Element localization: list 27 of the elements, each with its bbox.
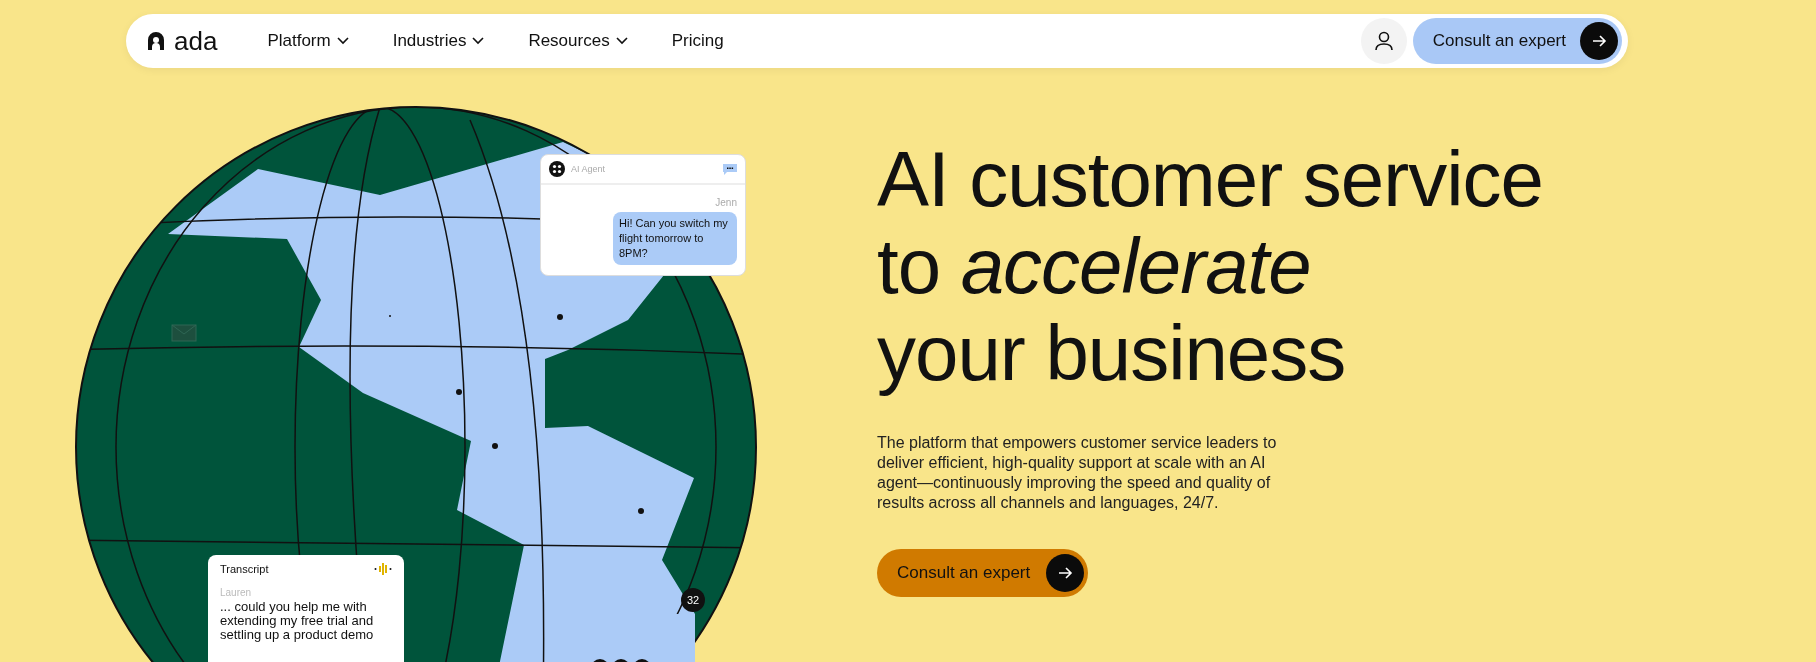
- transcript-text: ... could you help me with extending my free trial and settling up a product demo: [220, 600, 375, 642]
- chevron-down-icon: [472, 37, 485, 45]
- message-bubble: Hi! Can you switch my flight tomorrow to 8PM?: [613, 212, 737, 265]
- nav-link[interactable]: Resources: [528, 31, 628, 51]
- user-icon: [1374, 31, 1393, 51]
- chat-bubble-icon: [723, 163, 737, 175]
- nav-link[interactable]: Pricing: [671, 31, 724, 51]
- agent-avatar-icon: [549, 161, 565, 177]
- logo-text[interactable]: ada: [174, 25, 218, 57]
- logo-icon: [146, 31, 166, 51]
- hero-description: The platform that empowers customer service leaders to deliver efficient, high-quality support at scale with an AI agent—continuously improving the speed and quality of results across all channels and languages, 24/7.: [877, 433, 1278, 513]
- sender-name: Jenn: [714, 196, 738, 210]
- account-button[interactable]: [1360, 18, 1407, 64]
- nav-link[interactable]: Industries: [392, 31, 485, 51]
- speaker-name: Lauren: [220, 587, 253, 598]
- chevron-down-icon: [615, 37, 628, 45]
- arrow-right-icon: [1591, 33, 1607, 49]
- nav-link[interactable]: Platform: [267, 31, 349, 51]
- chevron-down-icon: [336, 37, 349, 45]
- chat-title: AI Agent: [571, 164, 607, 174]
- transcript-title: Transcript: [220, 563, 270, 575]
- consult-button[interactable]: Consult an expert: [1412, 18, 1622, 64]
- consult-button[interactable]: Consult an expert: [877, 549, 1089, 597]
- sound-wave-icon: [374, 563, 392, 575]
- arrow-right-icon: [1057, 565, 1074, 581]
- hero-headline: AI customer service to accelerate your business: [877, 136, 1543, 397]
- envelope-icon: [171, 324, 197, 342]
